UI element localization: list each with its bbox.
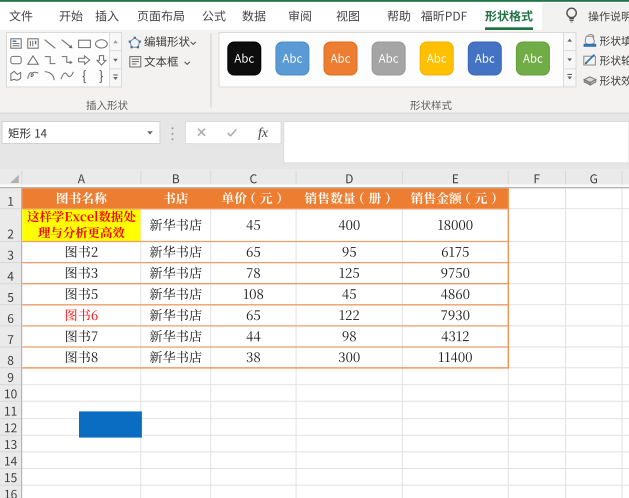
svg-text:fx: fx <box>258 125 268 140</box>
